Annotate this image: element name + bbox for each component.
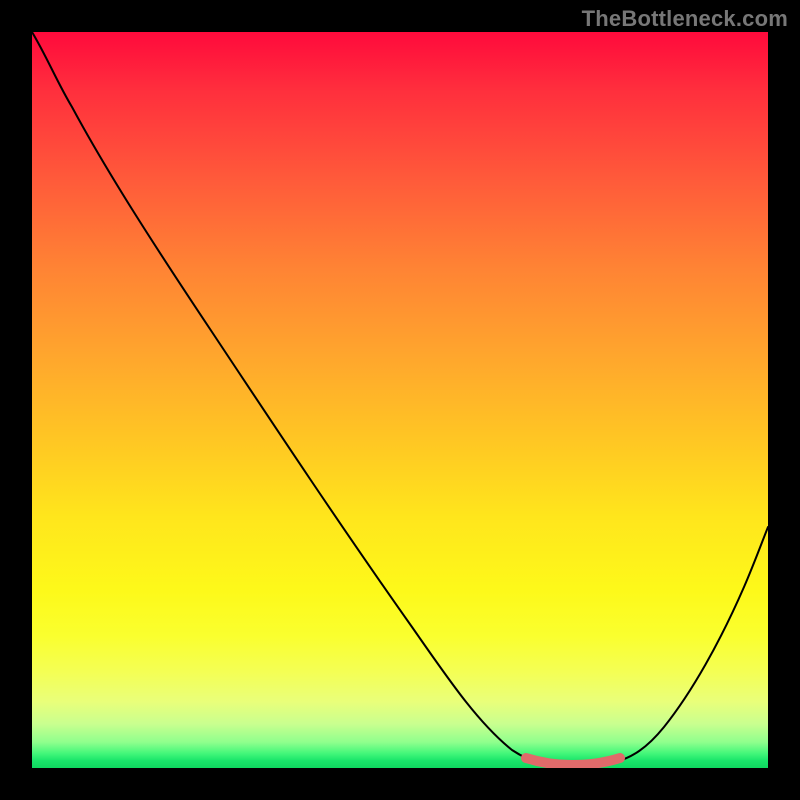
plot-area [32,32,768,768]
chart-svg [32,32,768,768]
watermark-label: TheBottleneck.com [582,6,788,32]
chart-frame: TheBottleneck.com [0,0,800,800]
bottleneck-curve [32,32,768,766]
optimal-range-highlight [526,758,620,765]
